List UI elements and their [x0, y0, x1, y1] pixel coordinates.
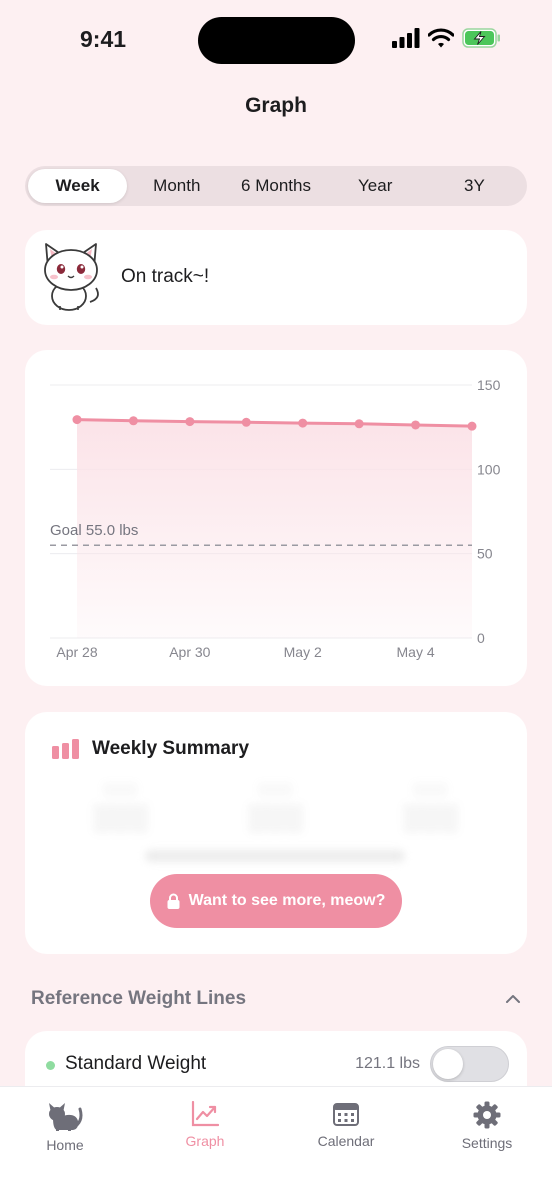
battery-icon [462, 28, 500, 48]
blurred-summary-preview: ░░░░ ░░░ ░░░░ ░░░ ░░░░ ░░░ [65, 782, 485, 862]
y-tick-label: 100 [477, 461, 501, 477]
cat-mascot-icon [44, 243, 99, 311]
tab-settings[interactable]: Settings [437, 1101, 537, 1151]
goal-label: Goal 55.0 lbs [50, 522, 138, 539]
data-point[interactable] [185, 417, 195, 427]
x-tick-label: May 4 [397, 644, 435, 660]
tab-graph[interactable]: Graph [155, 1101, 255, 1149]
data-point[interactable] [354, 419, 364, 429]
status-time: 9:41 [80, 26, 127, 52]
data-point[interactable] [467, 421, 477, 431]
range-tab-month[interactable]: Month [127, 169, 226, 203]
summary-title: Weekly Summary [92, 738, 250, 759]
lock-icon [167, 893, 180, 909]
reference-value: 121.1 lbs [355, 1055, 420, 1072]
tab-calendar-label: Calendar [317, 1133, 375, 1149]
reference-color-dot [46, 1061, 55, 1070]
weekly-summary-card: Weekly Summary ░░░░ ░░░ ░░░░ ░░░ ░░░░ ░░░ W… [25, 712, 527, 954]
reference-section-header[interactable]: Reference Weight Lines [31, 988, 246, 1010]
cat-icon [49, 1103, 83, 1131]
x-tick-label: May 2 [284, 644, 322, 660]
status-bar: 9:41 [0, 0, 552, 84]
calendar-icon [333, 1103, 359, 1126]
see-more-label: Want to see more, meow? [188, 892, 386, 909]
tab-bar: Home Graph Calendar Settings [0, 1086, 552, 1200]
data-point[interactable] [72, 415, 82, 425]
range-tab-3y[interactable]: 3Y [425, 169, 524, 203]
data-point[interactable] [411, 420, 421, 430]
data-point[interactable] [241, 417, 251, 427]
see-more-button[interactable]: Want to see more, meow? [150, 874, 402, 928]
range-tab-week[interactable]: Week [28, 169, 128, 203]
wifi-icon [428, 28, 454, 48]
weight-chart-card: Goal 55.0 lbs Apr 28 Apr 30 May 2 May 4 150… [25, 350, 527, 686]
status-card: On track~! [25, 230, 527, 325]
data-point[interactable] [298, 418, 308, 428]
signal-icon [392, 28, 420, 48]
tab-graph-label: Graph [185, 1133, 225, 1149]
weight-chart: Goal 55.0 lbs Apr 28 Apr 30 May 2 May 4 150… [50, 377, 501, 660]
tab-home[interactable]: Home [15, 1101, 115, 1153]
reference-toggle[interactable] [430, 1046, 509, 1082]
bar-chart-icon [52, 739, 79, 759]
chart-icon [191, 1101, 219, 1127]
y-tick-label: 150 [477, 377, 501, 393]
range-tab-6-months[interactable]: 6 Months [226, 169, 325, 203]
dynamic-island [198, 17, 355, 64]
toggle-knob [433, 1049, 463, 1079]
y-tick-label: 0 [477, 630, 485, 646]
y-tick-label: 50 [477, 546, 493, 562]
tab-home-label: Home [46, 1137, 84, 1153]
range-segmented-control: Week Month 6 Months Year 3Y [25, 166, 527, 206]
data-point[interactable] [128, 416, 138, 426]
tab-settings-label: Settings [461, 1135, 513, 1151]
x-tick-label: Apr 28 [56, 644, 97, 660]
tab-calendar[interactable]: Calendar [296, 1101, 396, 1149]
status-message: On track~! [121, 266, 210, 287]
chevron-up-icon[interactable] [504, 992, 522, 1006]
status-icons [392, 28, 502, 48]
range-tab-year[interactable]: Year [326, 169, 425, 203]
page-title: Graph [245, 94, 307, 117]
gear-icon [473, 1101, 501, 1129]
x-tick-label: Apr 30 [169, 644, 210, 660]
reference-label: Standard Weight [65, 1053, 207, 1074]
